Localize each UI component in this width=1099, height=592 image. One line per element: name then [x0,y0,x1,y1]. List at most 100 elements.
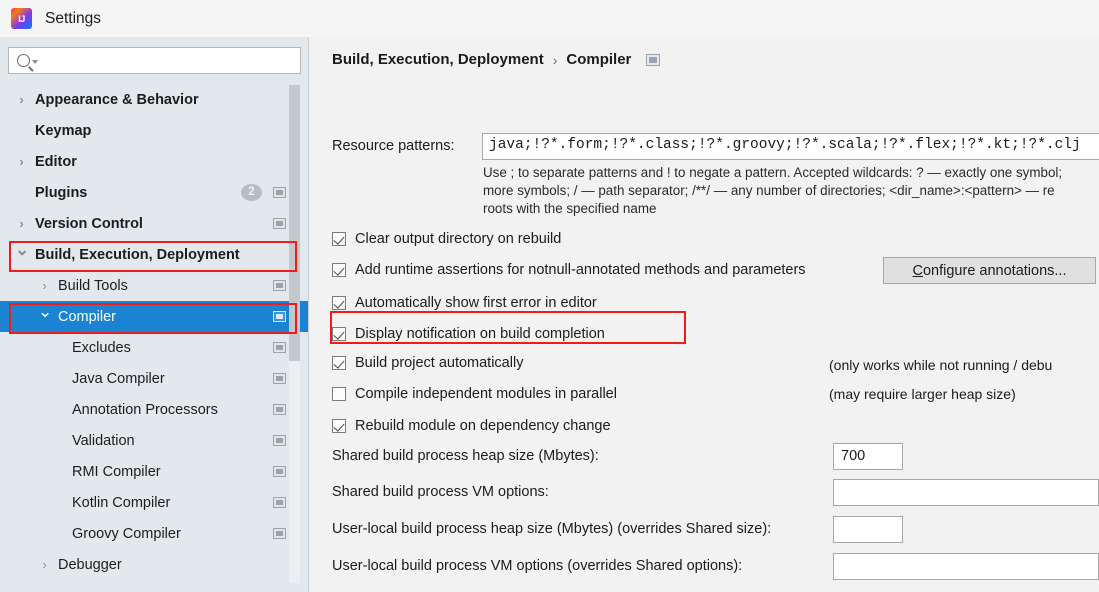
sidebar-item-rmi-compiler[interactable]: RMI Compiler [0,456,308,487]
sidebar-item-label: Editor [35,153,77,170]
chevron-right-icon[interactable]: › [15,217,28,230]
chevron-right-icon[interactable]: › [15,93,28,106]
search-box[interactable] [8,47,301,75]
settings-chip-icon[interactable] [273,466,286,477]
sidebar-item-label: Java Compiler [72,370,165,387]
checkbox-indicator[interactable] [332,327,346,341]
chevron-right-icon[interactable]: › [38,279,51,292]
settings-chip-icon[interactable] [646,53,661,66]
checkbox-label: Compile independent modules in parallel [355,386,617,402]
checkbox-clear-output-directory-on-rebuild[interactable]: Clear output directory on rebuild [332,231,561,247]
sidebar-item-label: Kotlin Compiler [72,494,171,511]
sidebar-item-annotation-processors[interactable]: Annotation Processors [0,394,308,425]
checkbox-compile-independent-modules-in-parallel[interactable]: Compile independent modules in parallel [332,386,617,402]
checkbox-automatically-show-first-error-in-editor[interactable]: Automatically show first error in editor [332,295,597,311]
settings-chip-icon[interactable] [273,311,286,322]
settings-sidebar: › Appearance & Behavior Keymap › Editor Plugi… [0,37,309,592]
checkbox-indicator[interactable] [332,356,346,370]
resource-patterns-hint-line-1: Use ; to separate patterns and ! to nega… [483,165,1063,180]
checkbox-label: Rebuild module on dependency change [355,418,611,434]
sidebar-item-label: Appearance & Behavior [35,91,199,108]
field-input-2[interactable] [833,516,903,543]
sidebar-item-validation[interactable]: Validation [0,425,308,456]
settings-chip-icon[interactable] [273,218,286,229]
sidebar-item-excludes[interactable]: Excludes [0,332,308,363]
checkbox-label: Add runtime assertions for notnull-annot… [355,262,806,278]
sidebar-item-label: Compiler [58,308,117,325]
sidebar-item-version-control[interactable]: › Version Control [0,208,308,239]
chevron-down-icon[interactable]: ⌄ [38,303,52,320]
checkbox-build-project-automatically[interactable]: Build project automatically [332,355,523,371]
sidebar-item-badge: 2 [241,184,262,201]
sidebar-item-label: Groovy Compiler [72,525,181,542]
field-input-3[interactable] [833,553,1099,580]
sidebar-item-label: Build Tools [58,277,128,294]
breadcrumb-leaf: Compiler [566,51,632,68]
configure-annotations-button[interactable]: Configure annotations... [883,257,1096,284]
compiler-settings-panel: Build, Execution, Deployment › Compiler … [309,37,1099,592]
sidebar-item-label: Annotation Processors [72,401,218,418]
field-label-2: User-local build process heap size (Mbyt… [332,521,772,537]
breadcrumb-root[interactable]: Build, Execution, Deployment [332,51,544,68]
checkbox-indicator[interactable] [332,263,346,277]
checkbox-label: Automatically show first error in editor [355,295,597,311]
settings-chip-icon[interactable] [273,404,286,415]
note-parallel-compile: (may require larger heap size) [829,386,1016,402]
sidebar-item-groovy-compiler[interactable]: Groovy Compiler [0,518,308,549]
sidebar-item-keymap[interactable]: Keymap [0,115,308,146]
checkbox-label: Display notification on build completion [355,326,605,342]
field-input-1[interactable] [833,479,1099,506]
resource-patterns-hint-line-2: more symbols; / — path separator; /**/ —… [483,183,1055,198]
resource-patterns-label: Resource patterns: [332,138,455,154]
settings-chip-icon[interactable] [273,280,286,291]
sidebar-item-compiler[interactable]: ⌄ Compiler [0,301,308,332]
checkbox-label: Build project automatically [355,355,524,371]
window-title-bar: Settings [0,0,1099,38]
search-input[interactable] [43,48,297,75]
settings-chip-icon[interactable] [273,373,286,384]
checkbox-indicator[interactable] [332,419,346,433]
sidebar-item-label: Version Control [35,215,143,232]
sidebar-item-plugins[interactable]: Plugins 2 [0,177,308,208]
chevron-down-icon[interactable]: ⌄ [15,241,29,258]
chevron-right-icon[interactable]: › [15,155,28,168]
sidebar-item-label: Validation [72,432,135,449]
breadcrumb-separator-icon: › [552,51,558,68]
sidebar-item-appearance-behavior[interactable]: › Appearance & Behavior [0,84,308,115]
field-label-3: User-local build process VM options (ove… [332,558,743,574]
sidebar-item-editor[interactable]: › Editor [0,146,308,177]
settings-tree: › Appearance & Behavior Keymap › Editor Plugi… [0,84,308,592]
checkbox-label: Clear output directory on rebuild [355,231,562,247]
sidebar-item-build-execution-deployment[interactable]: ⌄ Build, Execution, Deployment [0,239,308,270]
checkbox-display-notification-on-build-completion[interactable]: Display notification on build completion [332,326,605,342]
sidebar-item-debugger[interactable]: › Debugger [0,549,308,580]
checkbox-indicator[interactable] [332,387,346,401]
checkbox-add-runtime-assertions-for-notnull-annotated-methods-and-parameters[interactable]: Add runtime assertions for notnull-annot… [332,262,806,278]
resource-patterns-hint-line-3: roots with the specified name [483,201,657,216]
settings-chip-icon[interactable] [273,435,286,446]
settings-chip-icon[interactable] [273,497,286,508]
checkbox-indicator[interactable] [332,232,346,246]
sidebar-item-label: Debugger [58,556,122,573]
checkbox-rebuild-module-on-dependency-change[interactable]: Rebuild module on dependency change [332,418,611,434]
sidebar-item-label: Keymap [35,122,92,139]
sidebar-item-label: Plugins [35,184,88,201]
field-label-0: Shared build process heap size (Mbytes): [332,448,599,464]
intellij-idea-logo-icon [11,8,32,29]
sidebar-item-kotlin-compiler[interactable]: Kotlin Compiler [0,487,308,518]
chevron-right-icon[interactable]: › [38,558,51,571]
chevron-down-icon[interactable] [32,60,38,64]
sidebar-item-build-tools[interactable]: › Build Tools [0,270,308,301]
settings-chip-icon[interactable] [273,528,286,539]
sidebar-item-java-compiler[interactable]: Java Compiler [0,363,308,394]
resource-patterns-input[interactable]: java;!?*.form;!?*.class;!?*.groovy;!?*.s… [482,133,1099,160]
checkbox-indicator[interactable] [332,296,346,310]
breadcrumb: Build, Execution, Deployment › Compiler [332,51,661,68]
field-input-0[interactable]: 700 [833,443,903,470]
settings-chip-icon[interactable] [273,342,286,353]
sidebar-scrollbar-thumb[interactable] [289,85,300,361]
settings-chip-icon[interactable] [273,187,286,198]
search-icon [17,54,30,67]
field-label-1: Shared build process VM options: [332,484,549,500]
sidebar-item-label: Build, Execution, Deployment [35,246,240,263]
